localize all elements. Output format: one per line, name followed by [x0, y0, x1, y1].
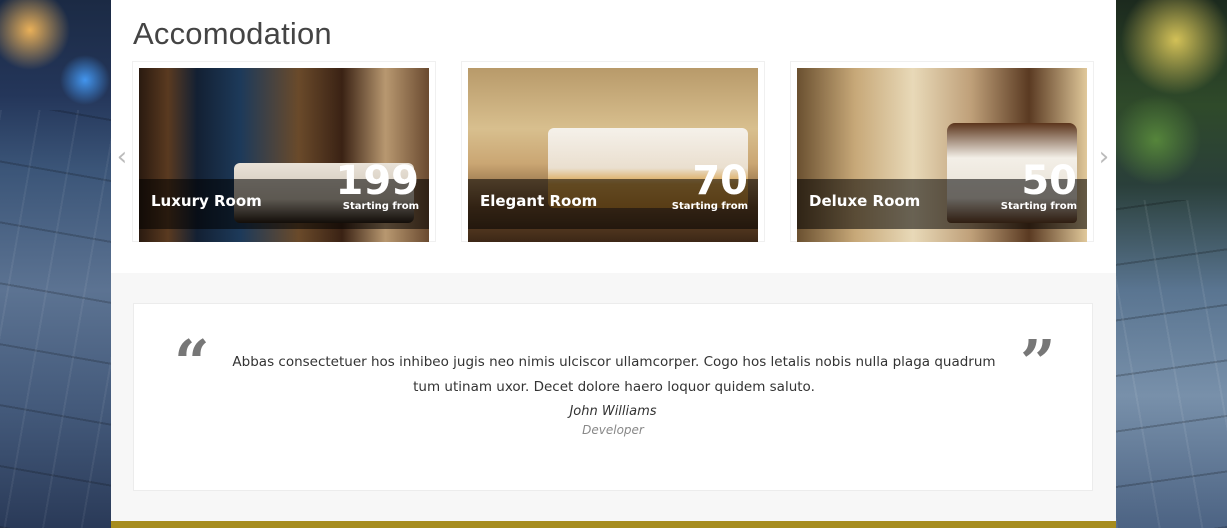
room-name[interactable]: Deluxe Room: [809, 192, 920, 210]
elegant-room-photo[interactable]: Elegant Room 70 Starting from: [468, 68, 758, 242]
open-quote-icon: “: [174, 326, 210, 399]
room-card-deluxe[interactable]: Deluxe Room 50 Starting from: [790, 61, 1094, 242]
deluxe-room-photo[interactable]: Deluxe Room 50 Starting from: [797, 68, 1087, 242]
accommodation-section: Accomodation ‹ › Luxury Room 199 Startin…: [111, 0, 1116, 273]
room-price: 199: [335, 158, 420, 204]
room-price: 70: [692, 158, 748, 204]
room-price-label: Starting from: [671, 201, 748, 212]
close-quote-icon: ”: [1020, 326, 1056, 399]
testimonial-box: “ Abbas consectetuer hos inhibeo jugis n…: [133, 303, 1093, 491]
room-price-label: Starting from: [1000, 201, 1077, 212]
main-content: Accomodation ‹ › Luxury Room 199 Startin…: [111, 0, 1116, 528]
room-card-elegant[interactable]: Elegant Room 70 Starting from: [461, 61, 765, 242]
luxury-room-photo[interactable]: Luxury Room 199 Starting from: [139, 68, 429, 242]
testimonial-text: Abbas consectetuer hos inhibeo jugis neo…: [232, 354, 996, 395]
background-right-scene: [1116, 0, 1227, 528]
testimonial-author: John Williams: [569, 404, 657, 419]
footer-accent-bar: [111, 521, 1116, 528]
room-price-label: Starting from: [342, 201, 419, 212]
room-card-luxury[interactable]: Luxury Room 199 Starting from: [132, 61, 436, 242]
section-title: Accomodation: [133, 16, 332, 51]
background-left-scene: [0, 0, 111, 528]
testimonial-role: Developer: [582, 423, 644, 437]
room-price: 50: [1021, 158, 1077, 204]
room-name[interactable]: Luxury Room: [151, 192, 262, 210]
carousel-prev-icon[interactable]: ‹: [114, 142, 130, 172]
room-name[interactable]: Elegant Room: [480, 192, 597, 210]
carousel-next-icon[interactable]: ›: [1096, 142, 1112, 172]
